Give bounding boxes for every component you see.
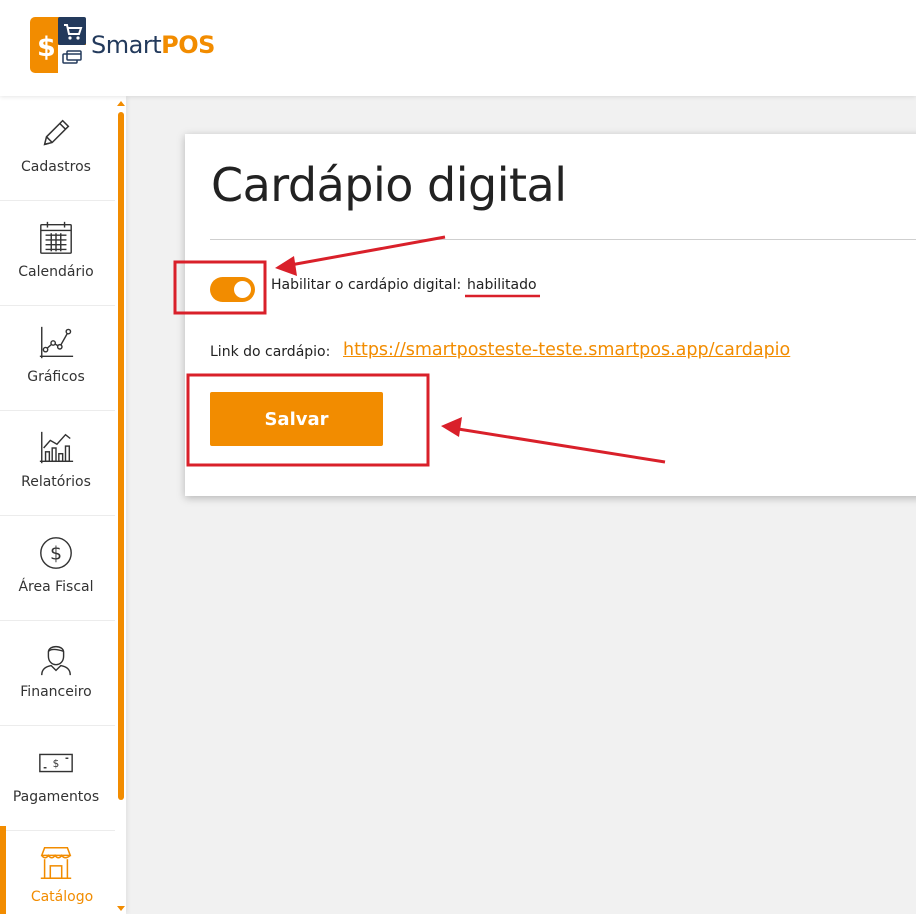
svg-text:$: $	[53, 758, 60, 770]
calendar-icon	[40, 221, 72, 254]
sidebar: Cadastros Calendário Gráficos Relatórios…	[0, 96, 126, 914]
sidebar-item-label: Relatórios	[21, 474, 91, 490]
sidebar-item-label: Gráficos	[27, 369, 85, 385]
brand-part1: Smart	[91, 31, 162, 59]
brand-name: SmartPOS	[91, 30, 215, 60]
sidebar-item-cadastros[interactable]: Cadastros	[0, 96, 115, 201]
enable-menu-label: Habilitar o cardápio digital:	[271, 277, 462, 293]
sidebar-item-label: Calendário	[18, 264, 94, 280]
sidebar-item-label: Cadastros	[21, 159, 91, 175]
top-header: $ SmartPOS	[0, 0, 916, 96]
sidebar-item-label: Pagamentos	[12, 789, 100, 805]
title-divider	[210, 239, 916, 240]
enable-menu-toggle[interactable]	[210, 277, 255, 302]
page-title: Cardápio digital	[211, 158, 567, 212]
scroll-down-arrow[interactable]	[117, 906, 125, 911]
sidebar-item-label: Catálogo	[30, 889, 94, 905]
sidebar-scrollbar-thumb[interactable]	[118, 112, 124, 800]
dollar-circle-icon: $	[40, 537, 72, 569]
bar-chart-icon	[39, 431, 74, 464]
enable-menu-status: habilitado	[467, 277, 537, 293]
smartpos-logo: $	[30, 17, 86, 73]
sidebar-item-relatorios[interactable]: Relatórios	[0, 411, 115, 516]
sidebar-item-graficos[interactable]: Gráficos	[0, 306, 115, 411]
digital-menu-panel: Cardápio digital Habilitar o cardápio di…	[185, 134, 916, 496]
svg-text:$: $	[50, 543, 62, 565]
menu-link-url[interactable]: https://smartposteste-teste.smartpos.app…	[343, 340, 790, 360]
save-button[interactable]: Salvar	[210, 392, 383, 446]
brand-part2: POS	[161, 31, 215, 59]
sidebar-item-pagamentos[interactable]: $ Pagamentos	[0, 726, 115, 831]
person-icon	[41, 645, 71, 676]
sidebar-item-calendario[interactable]: Calendário	[0, 201, 115, 306]
sidebar-item-catalogo[interactable]: Catálogo	[0, 826, 115, 914]
sidebar-item-area-fiscal[interactable]: $ Área Fiscal	[0, 516, 115, 621]
svg-text:$: $	[37, 32, 56, 63]
toggle-knob	[234, 281, 251, 298]
sidebar-item-label: Área Fiscal	[18, 579, 94, 595]
line-chart-icon	[39, 326, 74, 359]
storefront-icon	[40, 847, 72, 879]
sidebar-item-label: Financeiro	[20, 684, 92, 700]
banknote-icon: $	[39, 753, 73, 773]
scroll-up-arrow[interactable]	[117, 101, 125, 106]
pencil-icon	[43, 119, 70, 146]
menu-link-label: Link do cardápio:	[210, 344, 331, 360]
sidebar-item-financeiro[interactable]: Financeiro	[0, 621, 115, 726]
